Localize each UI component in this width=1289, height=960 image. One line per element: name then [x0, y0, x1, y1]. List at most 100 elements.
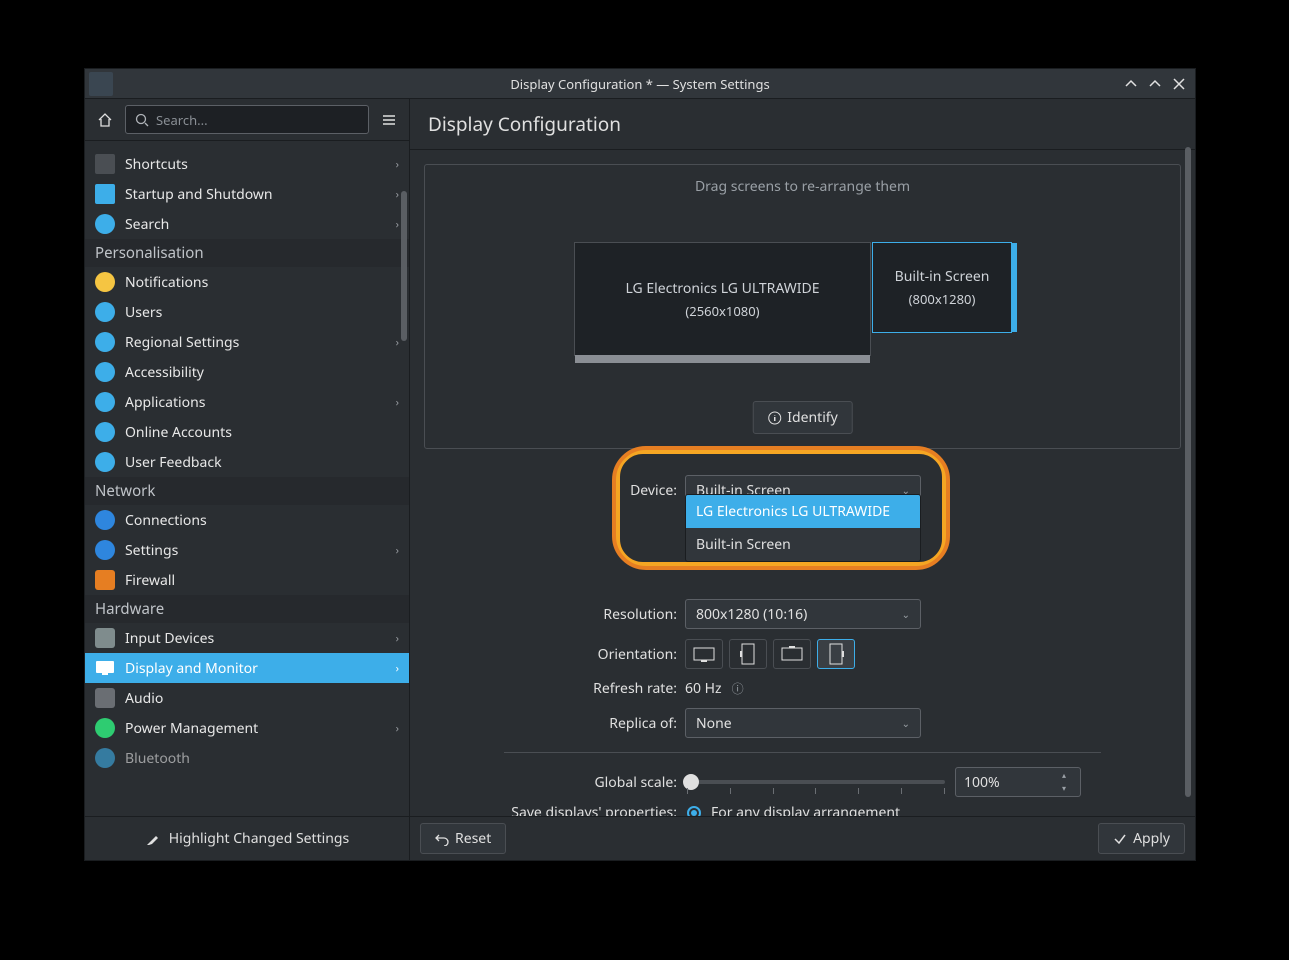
resolution-select[interactable]: 800x1280 (10:16) ⌄ — [685, 599, 921, 629]
spin-down-icon[interactable]: ▾ — [1062, 783, 1076, 794]
cloud-account-icon — [95, 422, 115, 442]
sidebar-item-label: Firewall — [125, 571, 175, 590]
spin-up-icon[interactable]: ▴ — [1062, 770, 1076, 781]
sidebar-item-label: Shortcuts — [125, 155, 188, 174]
bell-icon — [95, 272, 115, 292]
sidebar-item-label: Applications — [125, 393, 205, 412]
save-label: Save displays' properties: — [424, 803, 677, 816]
chevron-right-icon: › — [396, 217, 399, 232]
power-icon — [95, 718, 115, 738]
main-scrollbar-thumb[interactable] — [1185, 147, 1191, 797]
resolution-label: Resolution: — [424, 605, 677, 624]
sidebar-item-connections[interactable]: Connections — [85, 505, 409, 535]
sidebar-item-label: Display and Monitor — [125, 659, 258, 678]
sidebar-item-accessibility[interactable]: Accessibility — [85, 357, 409, 387]
system-settings-window: Display Configuration * — System Setting… — [84, 68, 1196, 861]
screen-name: Built-in Screen — [895, 267, 990, 286]
replica-value: None — [696, 714, 732, 733]
sidebar-item-shortcuts[interactable]: Shortcuts › — [85, 149, 409, 179]
screen-built-in[interactable]: Built-in Screen (800x1280) — [872, 242, 1012, 333]
orientation-portrait-right[interactable] — [817, 639, 855, 669]
globe-icon — [95, 510, 115, 530]
arrange-hint: Drag screens to re-arrange them — [425, 165, 1180, 196]
identify-label: Identify — [787, 408, 838, 427]
titlebar[interactable]: Display Configuration * — System Setting… — [85, 69, 1195, 99]
sidebar-item-display-monitor[interactable]: Display and Monitor › — [85, 653, 409, 683]
scale-value: 100% — [964, 773, 1000, 792]
maximize-icon[interactable] — [1147, 76, 1163, 92]
minimize-icon[interactable] — [1123, 76, 1139, 92]
replica-select[interactable]: None ⌄ — [685, 708, 921, 738]
orientation-portrait-left[interactable] — [729, 639, 767, 669]
screen-arrangement-box: Drag screens to re-arrange them LG Elect… — [424, 164, 1181, 449]
save-option-label: For any display arrangement — [711, 803, 900, 816]
sidebar-item-label: Regional Settings — [125, 333, 239, 352]
scale-spinbox[interactable]: 100% ▴ ▾ — [955, 767, 1081, 797]
chevron-right-icon: › — [396, 661, 399, 676]
info-icon — [767, 411, 781, 425]
sidebar-item-label: Bluetooth — [125, 749, 190, 768]
screen-resolution: (2560x1080) — [685, 302, 759, 320]
sidebar-item-label: Startup and Shutdown — [125, 185, 273, 204]
app-icon — [89, 72, 113, 96]
page-title: Display Configuration — [410, 99, 1195, 150]
slider-ticks — [687, 788, 945, 794]
identify-button[interactable]: Identify — [752, 401, 853, 434]
apps-icon — [95, 392, 115, 412]
scale-slider[interactable] — [687, 780, 945, 784]
close-icon[interactable] — [1171, 76, 1187, 92]
device-option-builtin[interactable]: Built-in Screen — [686, 528, 920, 561]
chevron-right-icon: › — [396, 335, 399, 350]
divider — [504, 752, 1101, 753]
chevron-down-icon: ⌄ — [902, 607, 910, 621]
device-option-lg[interactable]: LG Electronics LG ULTRAWIDE — [686, 495, 920, 528]
scrollbar-thumb[interactable] — [401, 191, 407, 341]
sidebar-item-feedback[interactable]: User Feedback — [85, 447, 409, 477]
info-icon[interactable]: ⓘ — [732, 680, 744, 697]
sidebar-item-search[interactable]: Search › — [85, 209, 409, 239]
sidebar-item-label: Online Accounts — [125, 423, 232, 442]
sidebar-item-applications[interactable]: Applications › — [85, 387, 409, 417]
mouse-icon — [95, 628, 115, 648]
search-icon — [134, 112, 150, 128]
window-title: Display Configuration * — System Setting… — [85, 75, 1195, 93]
sidebar: Shortcuts › Startup and Shutdown › Searc… — [85, 99, 410, 860]
sidebar-item-label: Audio — [125, 689, 163, 708]
chevron-right-icon: › — [396, 157, 399, 172]
orientation-landscape-flipped[interactable] — [773, 639, 811, 669]
sidebar-item-label: Search — [125, 215, 169, 234]
save-radio[interactable] — [687, 806, 701, 817]
sidebar-item-startup[interactable]: Startup and Shutdown › — [85, 179, 409, 209]
category-hardware: Hardware — [85, 595, 409, 623]
sidebar-nav[interactable]: Shortcuts › Startup and Shutdown › Searc… — [85, 141, 409, 816]
sidebar-item-label: User Feedback — [125, 453, 222, 472]
sidebar-item-online-accounts[interactable]: Online Accounts — [85, 417, 409, 447]
refresh-value: 60 Hz — [685, 679, 722, 698]
orientation-landscape[interactable] — [685, 639, 723, 669]
sidebar-item-regional[interactable]: Regional Settings › — [85, 327, 409, 357]
undo-icon — [435, 832, 449, 846]
highlight-changed-button[interactable]: Highlight Changed Settings — [85, 816, 409, 860]
home-button[interactable] — [91, 106, 119, 134]
sidebar-item-notifications[interactable]: Notifications — [85, 267, 409, 297]
device-label: Device: — [424, 481, 677, 500]
search-input[interactable] — [156, 111, 360, 129]
speaker-icon — [95, 688, 115, 708]
active-indicator — [1011, 243, 1017, 332]
apply-button[interactable]: Apply — [1098, 823, 1185, 854]
reset-button[interactable]: Reset — [420, 823, 506, 854]
resolution-value: 800x1280 (10:16) — [696, 605, 807, 624]
sidebar-item-audio[interactable]: Audio — [85, 683, 409, 713]
sidebar-item-input-devices[interactable]: Input Devices › — [85, 623, 409, 653]
sidebar-item-power[interactable]: Power Management › — [85, 713, 409, 743]
sidebar-item-net-settings[interactable]: Settings › — [85, 535, 409, 565]
search-box[interactable] — [125, 105, 369, 134]
menu-button[interactable] — [375, 106, 403, 134]
sidebar-item-firewall[interactable]: Firewall — [85, 565, 409, 595]
screen-lg-ultrawide[interactable]: LG Electronics LG ULTRAWIDE (2560x1080) — [574, 242, 871, 356]
sidebar-item-label: Users — [125, 303, 162, 322]
sidebar-item-bluetooth[interactable]: Bluetooth — [85, 743, 409, 773]
bluetooth-icon — [95, 748, 115, 768]
sidebar-item-users[interactable]: Users — [85, 297, 409, 327]
category-network: Network — [85, 477, 409, 505]
